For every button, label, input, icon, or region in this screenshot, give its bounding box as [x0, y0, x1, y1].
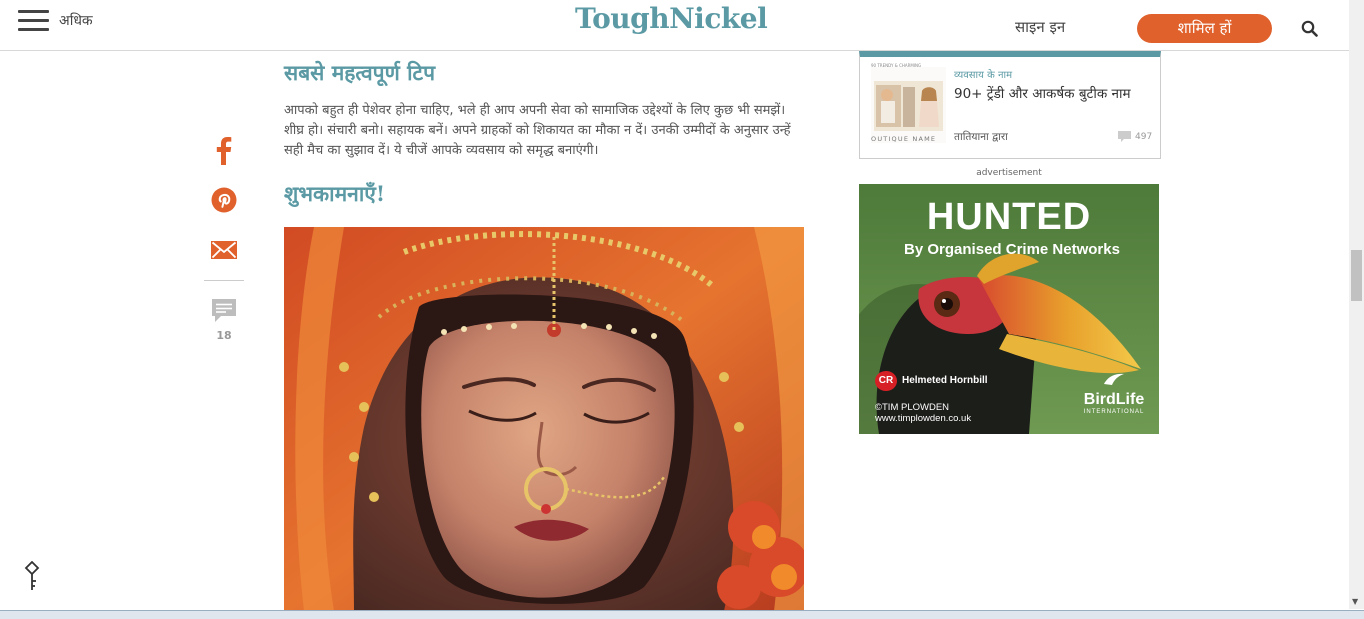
- birdlife-wordmark: BirdLife: [1083, 391, 1145, 408]
- hamburger-menu-icon[interactable]: [18, 10, 49, 32]
- thumbnail-caption-bottom: OUTIQUE NAME: [871, 135, 937, 143]
- comment-icon: [212, 299, 236, 322]
- related-article-title[interactable]: 90+ ट्रेंडी और आकर्षक बुटीक नाम: [954, 85, 1149, 103]
- scroll-down-arrow-icon[interactable]: ▼: [1352, 597, 1358, 606]
- related-article-comment-count: 497: [1135, 132, 1153, 142]
- ad-photo-credit: ©TIM PLOWDEN www.timplowden.co.uk: [875, 402, 971, 424]
- birdlife-subtitle: INTERNATIONAL: [1083, 409, 1145, 415]
- pinterest-share-button[interactable]: [204, 180, 244, 220]
- ad-credit-url: www.timplowden.co.uk: [875, 413, 972, 424]
- related-article-thumbnail: [871, 67, 946, 143]
- birdlife-logo: BirdLife INTERNATIONAL: [1076, 372, 1152, 415]
- related-article-author: तातियाना द्वारा: [954, 131, 1008, 143]
- scrollbar-thumb[interactable]: [1351, 250, 1362, 301]
- ad-species-name: Helmeted Hornbill: [902, 375, 988, 386]
- bride-photo: [284, 227, 804, 611]
- os-taskbar: [0, 610, 1364, 619]
- related-article-card[interactable]: 90 TRENDY & CHARMING OUTIQUE NAME व्यवसा…: [859, 51, 1161, 159]
- email-icon: [211, 241, 237, 259]
- site-header: अधिक ToughNickel साइन इन शामिल हों: [0, 0, 1349, 51]
- comments-button[interactable]: 18: [204, 297, 244, 349]
- related-article-category[interactable]: व्यवसाय के नाम: [954, 67, 1012, 81]
- critically-endangered-badge: CR: [875, 371, 897, 391]
- share-divider: [204, 280, 244, 281]
- search-icon[interactable]: [1301, 20, 1318, 37]
- ad-headline: HUNTED: [926, 196, 1092, 238]
- ad-subheadline: By Organised Crime Networks: [904, 241, 1120, 258]
- advertisement-banner[interactable]: HUNTED By Organised Crime Networks CR He…: [859, 184, 1159, 434]
- join-button[interactable]: शामिल हों: [1137, 14, 1272, 43]
- comment-icon: [1118, 131, 1131, 142]
- section-heading-best-wishes: शुभकामनाएँ!: [284, 181, 386, 206]
- share-rail: 18: [204, 130, 244, 359]
- section-heading-top-tip: सबसे महत्वपूर्ण टिप: [284, 60, 436, 85]
- page-scrollbar[interactable]: ▼: [1349, 0, 1364, 609]
- key-icon[interactable]: [24, 561, 40, 591]
- comment-count: 18: [216, 329, 232, 342]
- ad-credit-name: ©TIM PLOWDEN: [875, 402, 950, 413]
- article-paragraph: आपको बहुत ही पेशेवर होना चाहिए, भले ही आ…: [284, 103, 791, 158]
- site-logo[interactable]: ToughNickel: [575, 2, 768, 35]
- pinterest-icon: [211, 187, 237, 213]
- facebook-icon: [216, 137, 232, 165]
- advertisement-label: advertisement: [976, 168, 1042, 178]
- more-menu-label[interactable]: अधिक: [59, 11, 93, 30]
- bird-logo-icon: [1104, 373, 1124, 385]
- facebook-share-button[interactable]: [204, 130, 244, 170]
- email-share-button[interactable]: [204, 230, 244, 270]
- thumbnail-caption-top: 90 TRENDY & CHARMING: [871, 63, 922, 68]
- signin-link[interactable]: साइन इन: [1015, 17, 1065, 37]
